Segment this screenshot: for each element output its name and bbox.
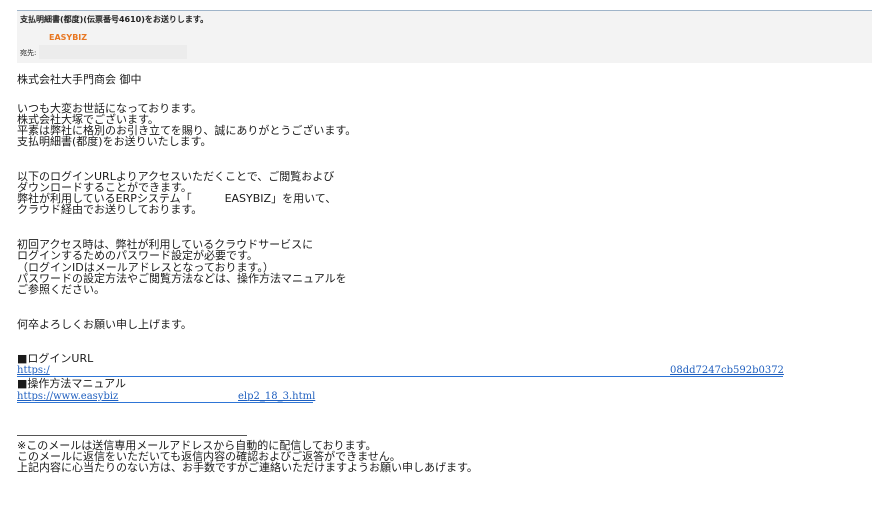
access-line: クラウド経由でお送りしております。	[17, 203, 203, 216]
manual-url-underline	[17, 402, 313, 403]
recipient-redacted	[39, 45, 187, 59]
login-url-link-end[interactable]: 08dd7247cb592b0372	[670, 365, 784, 377]
message-header: 支払明細書(都度)(伝票番号4610)をお送りします。 EASYBIZ 宛先:	[17, 11, 872, 63]
salutation: 株式会社大手門商会 御中	[17, 73, 142, 86]
closing-line: 何卒よろしくお願い申し上げます。	[17, 318, 192, 331]
login-url-underline	[17, 376, 783, 377]
intro-line: 支払明細書(都度)をお送りいたします。	[17, 135, 212, 148]
footer-divider	[17, 435, 247, 436]
login-url-heading: ■ログインURL	[17, 352, 94, 365]
sender-name[interactable]: EASYBIZ	[49, 33, 87, 42]
manual-url-link-start[interactable]: https://www.easybiz	[17, 391, 118, 403]
login-url-link-start[interactable]: https:/	[17, 365, 50, 377]
email-subject: 支払明細書(都度)(伝票番号4610)をお送りします。	[20, 15, 209, 24]
footer-line: 上記内容に心当たりのない方は、お手数ですがご連絡いただけますようお願い申しあげま…	[17, 461, 478, 474]
first-access-line: ご参照ください。	[17, 283, 105, 296]
manual-heading: ■操作方法マニュアル	[17, 377, 127, 390]
first-access-line: ログインするためのパスワード設定が必要です。	[17, 249, 258, 262]
manual-url-link-end[interactable]: elp2_18_3.html	[238, 391, 315, 403]
recipient-label: 宛先:	[20, 49, 37, 57]
